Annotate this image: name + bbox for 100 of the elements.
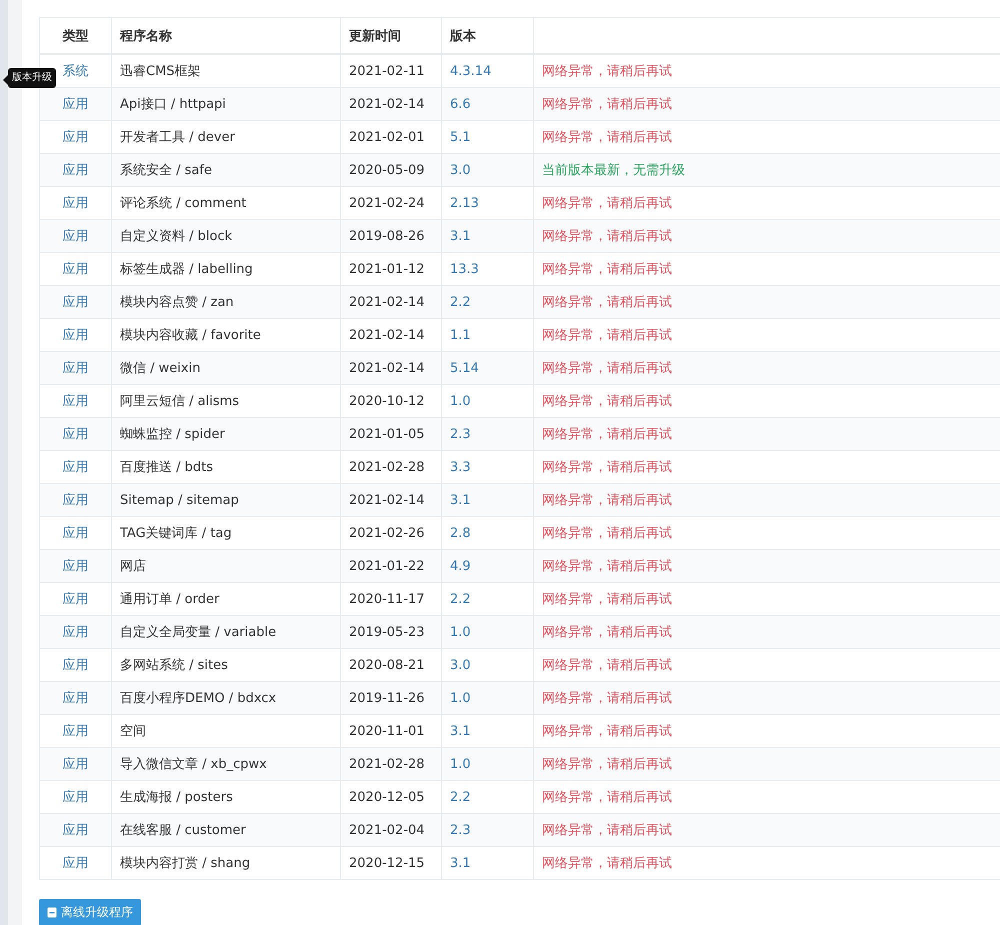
type-link[interactable]: 应用 bbox=[62, 460, 88, 475]
program-name: 模块内容收藏 / favorite bbox=[120, 328, 261, 343]
program-name: 评论系统 / comment bbox=[120, 196, 246, 211]
type-link[interactable]: 应用 bbox=[62, 229, 88, 244]
version-link[interactable]: 2.13 bbox=[450, 196, 479, 210]
status-message: 网络异常，请稍后再试 bbox=[542, 625, 672, 640]
type-link[interactable]: 应用 bbox=[62, 130, 88, 145]
version-link[interactable]: 3.0 bbox=[450, 658, 471, 672]
status-message: 网络异常，请稍后再试 bbox=[542, 658, 672, 673]
program-name: 迅睿CMS框架 bbox=[120, 64, 201, 79]
status-message: 网络异常，请稍后再试 bbox=[542, 361, 672, 376]
update-date: 2019-05-23 bbox=[349, 624, 425, 640]
status-message: 网络异常，请稍后再试 bbox=[542, 427, 672, 442]
type-link[interactable]: 应用 bbox=[62, 625, 88, 640]
status-message: 网络异常，请稍后再试 bbox=[542, 328, 672, 343]
version-link[interactable]: 1.0 bbox=[450, 394, 471, 408]
version-link[interactable]: 2.3 bbox=[450, 426, 471, 442]
program-name: 自定义资料 / block bbox=[120, 229, 232, 244]
type-link[interactable]: 应用 bbox=[62, 295, 88, 310]
version-link[interactable]: 4.9 bbox=[450, 558, 471, 574]
update-date: 2021-02-14 bbox=[349, 294, 425, 310]
update-date: 2021-02-04 bbox=[349, 822, 425, 838]
program-name: 空间 bbox=[120, 724, 146, 739]
status-message: 网络异常，请稍后再试 bbox=[542, 724, 672, 739]
type-link[interactable]: 应用 bbox=[62, 97, 88, 112]
version-link[interactable]: 3.1 bbox=[450, 492, 471, 508]
type-link[interactable]: 应用 bbox=[62, 526, 88, 541]
status-message: 网络异常，请稍后再试 bbox=[542, 394, 672, 409]
update-date: 2021-02-01 bbox=[349, 130, 425, 144]
status-message: 网络异常，请稍后再试 bbox=[542, 526, 672, 541]
status-message: 网络异常，请稍后再试 bbox=[542, 97, 672, 112]
status-message: 网络异常，请稍后再试 bbox=[542, 856, 672, 871]
type-link[interactable]: 应用 bbox=[62, 328, 88, 343]
update-date: 2020-05-09 bbox=[349, 162, 425, 178]
update-date: 2021-02-14 bbox=[349, 328, 425, 342]
version-link[interactable]: 3.1 bbox=[450, 724, 471, 738]
update-date: 2021-02-28 bbox=[349, 460, 425, 474]
version-link[interactable]: 3.3 bbox=[450, 460, 471, 474]
type-link[interactable]: 应用 bbox=[62, 757, 88, 772]
type-link[interactable]: 应用 bbox=[62, 196, 88, 211]
update-date: 2019-11-26 bbox=[349, 690, 425, 706]
update-date: 2021-02-14 bbox=[349, 492, 425, 508]
type-link[interactable]: 应用 bbox=[62, 592, 88, 607]
version-link[interactable]: 1.0 bbox=[450, 756, 471, 772]
version-link[interactable]: 3.1 bbox=[450, 228, 471, 244]
version-link[interactable]: 5.1 bbox=[450, 130, 471, 144]
version-link[interactable]: 2.2 bbox=[450, 294, 471, 310]
type-link[interactable]: 系统 bbox=[62, 64, 88, 79]
update-date: 2021-02-26 bbox=[349, 526, 425, 540]
version-link[interactable]: 2.8 bbox=[450, 526, 471, 540]
version-link[interactable]: 3.1 bbox=[450, 856, 471, 870]
type-link[interactable]: 应用 bbox=[62, 262, 88, 277]
version-link[interactable]: 1.0 bbox=[450, 690, 471, 706]
program-name: 网店 bbox=[120, 559, 146, 574]
version-link[interactable]: 13.3 bbox=[450, 262, 479, 276]
program-name: 蜘蛛监控 / spider bbox=[120, 427, 225, 442]
offline-upgrade-button[interactable]: 离线升级程序 bbox=[39, 899, 141, 925]
status-message: 网络异常，请稍后再试 bbox=[542, 790, 672, 805]
type-link[interactable]: 应用 bbox=[62, 724, 88, 739]
program-name: Sitemap / sitemap bbox=[120, 492, 239, 508]
status-message: 网络异常，请稍后再试 bbox=[542, 262, 672, 277]
type-link[interactable]: 应用 bbox=[62, 394, 88, 409]
type-link[interactable]: 应用 bbox=[62, 823, 88, 838]
type-link[interactable]: 应用 bbox=[62, 856, 88, 871]
status-message: 网络异常，请稍后再试 bbox=[542, 757, 672, 772]
update-date: 2019-08-26 bbox=[349, 228, 425, 244]
status-message: 网络异常，请稍后再试 bbox=[542, 823, 672, 838]
type-link[interactable]: 应用 bbox=[62, 691, 88, 706]
version-link[interactable]: 2.3 bbox=[450, 822, 471, 838]
program-name: TAG关键词库 / tag bbox=[120, 526, 232, 541]
program-name: 模块内容点赞 / zan bbox=[120, 295, 234, 310]
version-link[interactable]: 6.6 bbox=[450, 96, 471, 112]
version-link[interactable]: 1.1 bbox=[450, 328, 471, 342]
version-link[interactable]: 2.2 bbox=[450, 790, 471, 804]
version-link[interactable]: 5.14 bbox=[450, 360, 479, 376]
update-date: 2021-02-14 bbox=[349, 360, 425, 376]
type-link[interactable]: 应用 bbox=[62, 427, 88, 442]
type-link[interactable]: 应用 bbox=[62, 163, 88, 178]
status-message: 当前版本最新，无需升级 bbox=[542, 163, 685, 178]
type-link[interactable]: 应用 bbox=[62, 559, 88, 574]
update-date: 2020-11-17 bbox=[349, 592, 425, 606]
update-date: 2020-11-01 bbox=[349, 724, 425, 738]
status-message: 网络异常，请稍后再试 bbox=[542, 229, 672, 244]
status-message: 网络异常，请稍后再试 bbox=[542, 460, 672, 475]
status-message: 网络异常，请稍后再试 bbox=[542, 493, 672, 508]
status-message: 网络异常，请稍后再试 bbox=[542, 559, 672, 574]
status-message: 网络异常，请稍后再试 bbox=[542, 691, 672, 706]
type-link[interactable]: 应用 bbox=[62, 493, 88, 508]
version-link[interactable]: 2.2 bbox=[450, 592, 471, 606]
type-link[interactable]: 应用 bbox=[62, 790, 88, 805]
type-link[interactable]: 应用 bbox=[62, 361, 88, 376]
program-name: 标签生成器 / labelling bbox=[120, 262, 253, 277]
status-message: 网络异常，请稍后再试 bbox=[542, 196, 672, 211]
update-date: 2021-02-11 bbox=[349, 64, 425, 78]
type-link[interactable]: 应用 bbox=[62, 658, 88, 673]
version-link[interactable]: 3.0 bbox=[450, 162, 471, 178]
update-date: 2020-10-12 bbox=[349, 394, 425, 408]
update-date: 2020-12-15 bbox=[349, 856, 425, 870]
version-link[interactable]: 1.0 bbox=[450, 624, 471, 640]
status-message: 网络异常，请稍后再试 bbox=[542, 592, 672, 607]
